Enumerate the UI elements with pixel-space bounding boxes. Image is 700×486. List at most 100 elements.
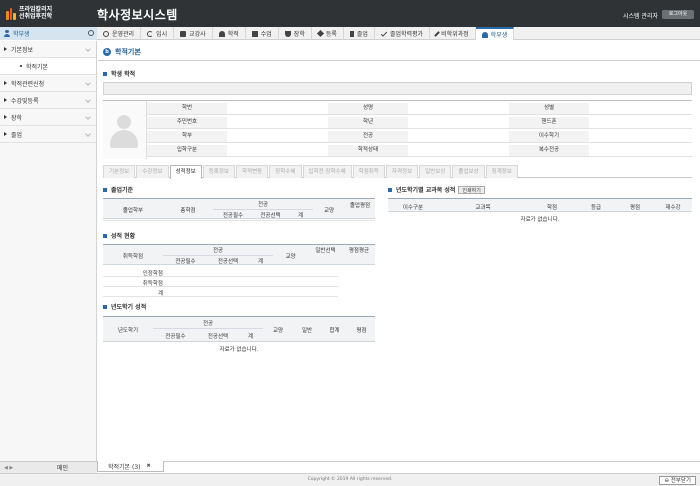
user-name: 시스템 관리자 xyxy=(622,13,658,20)
section-title-text: 졸업기준 xyxy=(111,187,134,194)
sidebar-item-enrollment[interactable]: 수강및등록 xyxy=(0,92,96,109)
column-header: 취득학점 xyxy=(122,254,144,260)
row-label: 계 xyxy=(157,291,163,297)
tab-registration[interactable]: 등록정보 xyxy=(202,165,235,178)
user-icon xyxy=(218,30,225,37)
column-header: 일반선택 xyxy=(315,248,336,254)
logo-line1: 프라임칼리지 xyxy=(19,6,53,13)
page-title-text: 학적기본 xyxy=(115,48,141,56)
sidebar-subitem-academic-basic[interactable]: 학적기본 xyxy=(0,58,96,75)
menu-item-class[interactable]: 수업 xyxy=(246,27,279,40)
column-header: 졸업학부 xyxy=(122,208,144,214)
column-header: 총학점 xyxy=(180,208,196,214)
menu-item-label: 졸업 xyxy=(356,31,368,38)
tab-status-change[interactable]: 학적변동 xyxy=(236,165,269,178)
info-label: 학적상태 xyxy=(328,145,408,156)
course-grades-table: 이수구분 교과목 학점 등급 평점 재수강 자료가 없습니다. xyxy=(388,198,692,224)
menu-item-operations[interactable]: 운영관리 xyxy=(97,27,142,40)
menu-item-nondegree[interactable]: 비학위과정 xyxy=(430,27,476,40)
row-label: 인정학점 xyxy=(142,271,163,277)
info-label: 학번 xyxy=(147,103,227,114)
tab-discipline[interactable]: 징계정보 xyxy=(485,165,518,178)
sidebar-item-graduation[interactable]: 졸업 xyxy=(0,126,96,143)
column-header: 학점 xyxy=(546,205,558,211)
tab-basic[interactable]: 기본정보 xyxy=(103,165,136,178)
sidebar-item-basic-info[interactable]: 기본정보 xyxy=(0,41,96,58)
refresh-icon xyxy=(147,30,154,37)
menu-item-label: 수업 xyxy=(260,31,272,38)
sidebar-item-scholarship[interactable]: 장학 xyxy=(0,109,96,126)
top-header: 프라임칼리지 선취업후진학 학사정보시스템 시스템 관리자 로그아웃 xyxy=(0,0,700,27)
student-info-table: 학번 성명 성별 주민번호 학년 핸드폰 학부 전공 이수학기 입학구분 학적상… xyxy=(103,100,692,159)
close-icon[interactable]: ✖ xyxy=(147,463,151,469)
info-value xyxy=(589,103,690,114)
avatar-icon xyxy=(117,115,131,129)
page-icon: b xyxy=(103,48,111,56)
menu-item-undergrad[interactable]: 학부생 xyxy=(475,27,515,40)
close-all-label: 전부닫기 xyxy=(670,478,691,484)
column-header: 평점평균 xyxy=(348,248,370,254)
tab-certificates[interactable]: 자격정보 xyxy=(385,165,419,178)
sidebar-item-label: 학적기본 xyxy=(26,63,49,71)
tab-general-reward[interactable]: 일반보상 xyxy=(419,165,452,178)
bottom-bar: ◀ ▶ 메인 학적기본 (3) ✖ Copyright © 2019 All r… xyxy=(0,461,700,486)
info-row: 학번 성명 성별 xyxy=(147,103,692,115)
info-value xyxy=(408,145,509,156)
empty-message: 자료가 없습니다. xyxy=(520,217,560,223)
close-all-button[interactable]: ⊖ 전부닫기 xyxy=(659,476,696,485)
student-photo xyxy=(103,101,147,159)
logout-button[interactable]: 로그아웃 xyxy=(662,10,694,19)
info-value xyxy=(408,117,509,128)
gear-icon[interactable] xyxy=(88,30,94,36)
menu-item-registration[interactable]: 등록 xyxy=(312,27,344,40)
tab-courses[interactable]: 수강정보 xyxy=(136,165,169,178)
nav-arrows-icon[interactable]: ◀ ▶ xyxy=(0,465,30,471)
info-label: 학년 xyxy=(328,117,408,128)
section-title-year-grades: 년도학기 성적 xyxy=(103,302,146,311)
sidebar-item-label: 기본정보 xyxy=(11,46,34,54)
search-bar[interactable] xyxy=(103,82,692,95)
open-tab-academic-basic[interactable]: 학적기본 (3) ✖ xyxy=(97,461,164,472)
menu-item-instructor[interactable]: 교강사 xyxy=(174,27,213,40)
tab-grades[interactable]: 성적정보 xyxy=(169,165,202,179)
column-group-header: 전공 xyxy=(212,248,224,254)
section-title-graduation: 졸업기준 xyxy=(103,185,133,194)
column-header: 교양 xyxy=(272,328,284,334)
sidebar-item-academic-request[interactable]: 학적관련신청 xyxy=(0,75,96,92)
home-tab[interactable]: 메인 xyxy=(57,463,68,472)
column-header: 교과목 xyxy=(475,205,491,211)
logo[interactable]: 프라임칼리지 선취업후진학 xyxy=(0,0,78,27)
menu-item-admission[interactable]: 입시 xyxy=(141,27,175,40)
tab-scholarship[interactable]: 장학수혜 xyxy=(269,165,302,178)
info-value xyxy=(227,145,328,156)
info-value xyxy=(589,131,690,142)
column-header: 등급 xyxy=(590,205,602,211)
tab-graduation-reward[interactable]: 졸업보상 xyxy=(452,165,485,178)
sidebar-item-label: 학적관련신청 xyxy=(11,80,45,88)
column-header: 계 xyxy=(297,213,304,219)
open-tab-label: 학적기본 (3) xyxy=(108,463,141,471)
menu-item-scholarship[interactable]: 장학 xyxy=(279,27,312,40)
info-value xyxy=(589,117,690,128)
print-button[interactable]: 인쇄하기 xyxy=(458,185,485,194)
menu-item-label: 졸업학력평가 xyxy=(389,31,424,38)
info-label: 입학구분 xyxy=(147,145,227,156)
briefcase-icon xyxy=(180,30,187,37)
info-label: 학부 xyxy=(147,131,227,142)
column-header: 졸업평점 xyxy=(349,203,371,209)
caret-right-icon xyxy=(4,132,7,136)
gear-icon xyxy=(103,30,109,37)
copyright: Copyright © 2019 All rights reserved. xyxy=(307,477,393,482)
menu-item-academic[interactable]: 학적 xyxy=(213,27,246,40)
tab-bar: 기본정보 수강정보 성적정보 등록정보 학적변동 장학수혜 입학전 장학수혜 학… xyxy=(103,165,692,179)
info-label: 복수전공 xyxy=(509,145,589,156)
section-title-text: 년도학기 성적 xyxy=(111,304,147,311)
year-grades-table: 년도학기 전공 전공필수 전공선택 계 교양 일반 합계 평점 자료가 없습니다… xyxy=(103,316,375,354)
menu-item-graduation[interactable]: 졸업 xyxy=(344,27,375,40)
tab-pre-scholarship[interactable]: 입학전 장학수혜 xyxy=(302,165,352,178)
section-title-course-grades: 년도학기별 교과목 성적 인쇄하기 xyxy=(388,185,485,194)
tab-credits[interactable]: 학점취득 xyxy=(352,165,385,178)
menu-item-label: 학부생 xyxy=(490,32,508,39)
menu-side-header[interactable]: 학부생 xyxy=(0,27,97,40)
menu-item-grad-eval[interactable]: 졸업학력평가 xyxy=(375,27,431,40)
